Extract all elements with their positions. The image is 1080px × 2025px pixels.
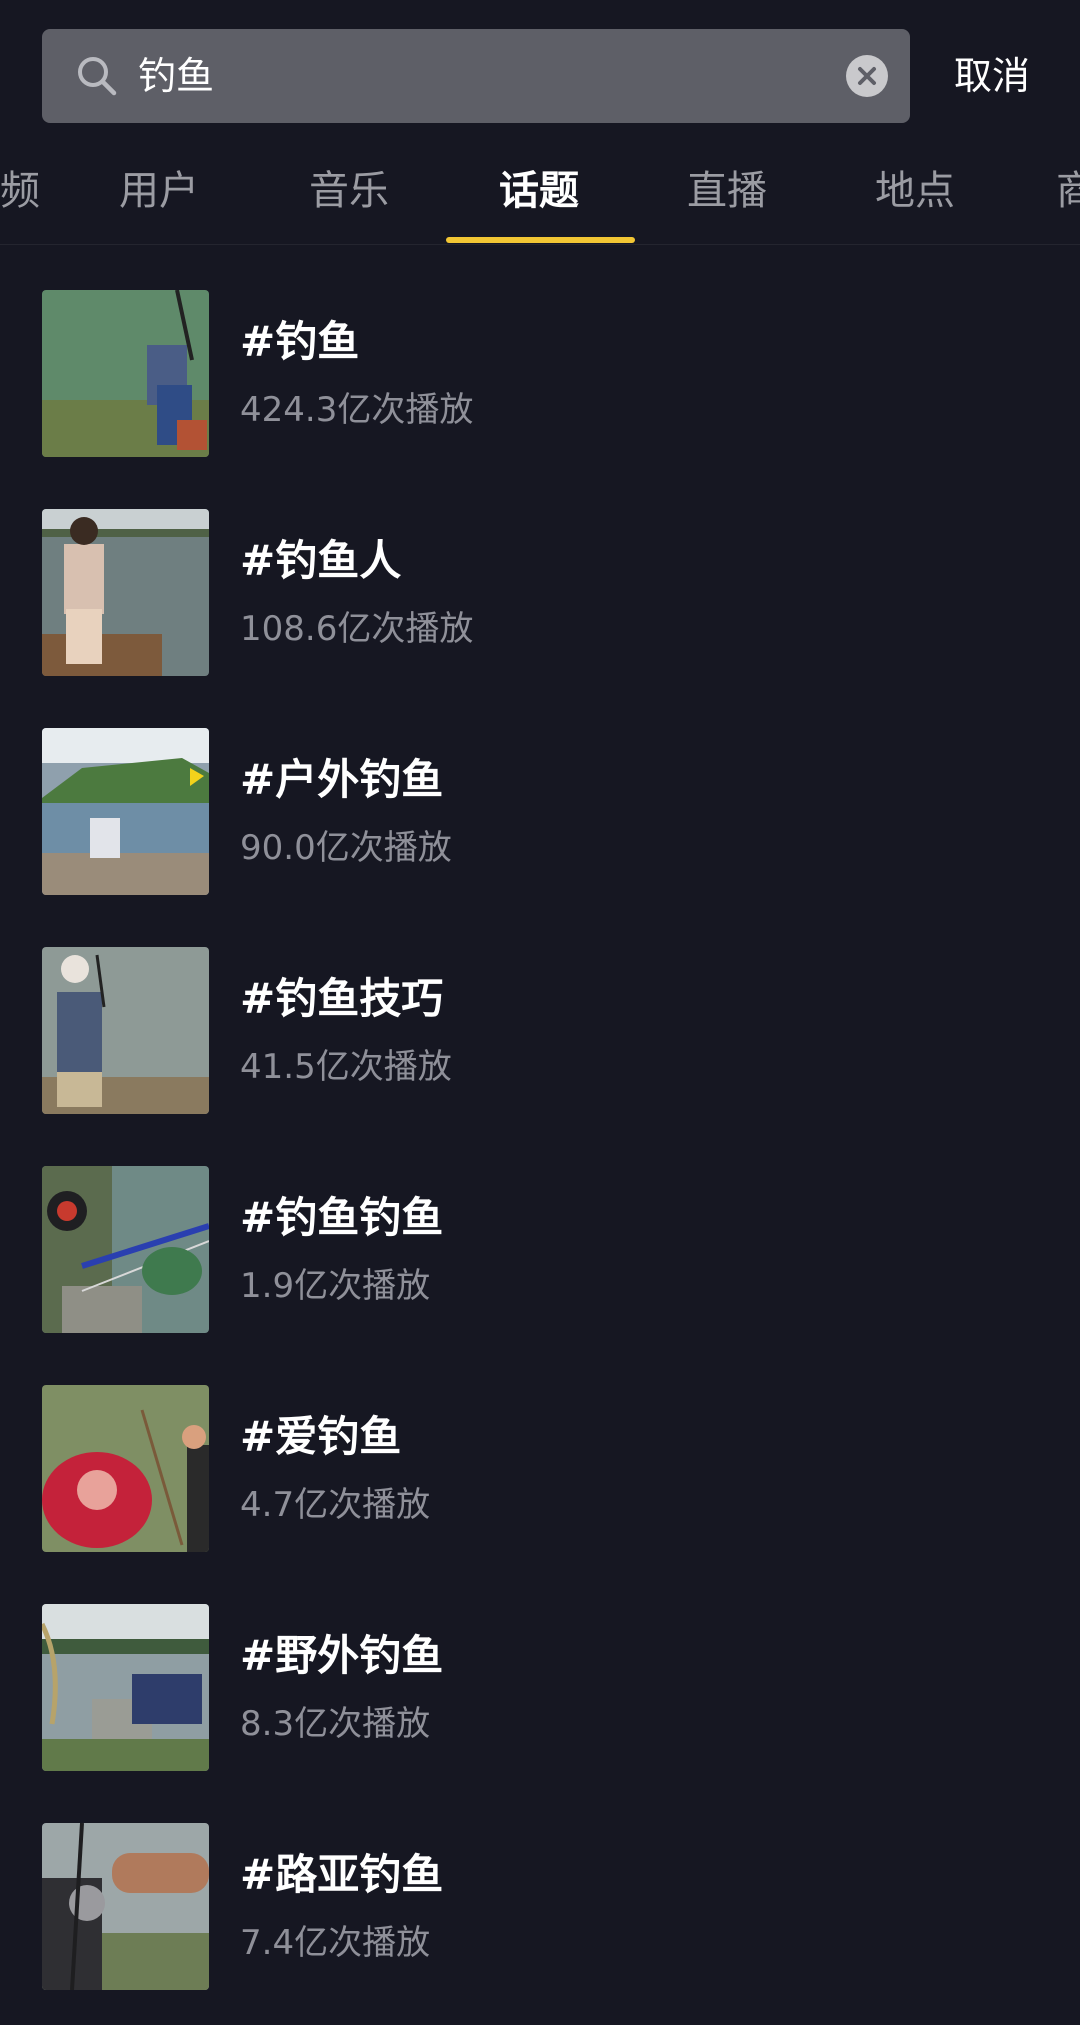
- topic-view-count: 108.6亿次播放: [240, 609, 474, 649]
- topic-thumbnail: [42, 1604, 209, 1771]
- topic-view-count: 8.3亿次播放: [240, 1704, 431, 1744]
- tab-partial-right-label: 商: [1056, 168, 1080, 214]
- topic-thumbnail: [42, 290, 209, 457]
- tab-live[interactable]: 直播: [633, 150, 821, 244]
- topic-view-count: 424.3亿次播放: [240, 390, 474, 430]
- topic-title: #野外钓鱼: [240, 1631, 444, 1680]
- topic-title: #钓鱼钓鱼: [240, 1193, 444, 1242]
- topic-item[interactable]: #钓鱼技巧 41.5亿次播放: [0, 925, 1080, 1144]
- tab-topics[interactable]: 话题: [445, 150, 633, 244]
- topic-view-count: 90.0亿次播放: [240, 828, 452, 868]
- topic-item[interactable]: #野外钓鱼 8.3亿次播放: [0, 1582, 1080, 1801]
- tab-partial-left[interactable]: 频: [0, 150, 40, 244]
- topic-title: #钓鱼: [240, 317, 360, 366]
- topic-thumbnail: [42, 509, 209, 676]
- cancel-button[interactable]: 取消: [954, 29, 1030, 123]
- topic-thumbnail: [42, 1166, 209, 1333]
- topic-view-count: 4.7亿次播放: [240, 1485, 431, 1525]
- topic-view-count: 41.5亿次播放: [240, 1047, 452, 1087]
- tab-partial-left-label: 频: [0, 168, 40, 214]
- topic-title: #爱钓鱼: [240, 1412, 402, 1461]
- topic-title: #路亚钓鱼: [240, 1850, 444, 1899]
- topic-thumbnail: [42, 947, 209, 1114]
- active-tab-indicator: [446, 237, 635, 243]
- topic-thumbnail: [42, 1823, 209, 1990]
- search-input[interactable]: 钓鱼: [138, 29, 214, 123]
- topic-title: #户外钓鱼: [240, 755, 444, 804]
- topic-title: #钓鱼技巧: [240, 974, 444, 1023]
- tab-locations[interactable]: 地点: [821, 150, 1009, 244]
- tab-music[interactable]: 音乐: [255, 150, 443, 244]
- topic-title: #钓鱼人: [240, 536, 402, 585]
- search-bar[interactable]: 钓鱼: [42, 29, 910, 123]
- topic-item[interactable]: #路亚钓鱼 7.4亿次播放: [0, 1801, 1080, 2020]
- topic-item[interactable]: #钓鱼人 108.6亿次播放: [0, 487, 1080, 706]
- tab-users[interactable]: 用户: [65, 150, 253, 244]
- clear-search-icon[interactable]: [846, 55, 888, 97]
- topic-item[interactable]: #钓鱼 424.3亿次播放: [0, 268, 1080, 487]
- tab-bar: 频 用户 音乐 话题 直播 地点 商: [0, 150, 1080, 245]
- tab-partial-right[interactable]: 商: [1040, 150, 1080, 244]
- topic-item[interactable]: #户外钓鱼 90.0亿次播放: [0, 706, 1080, 925]
- search-icon: [72, 51, 122, 101]
- topic-thumbnail: [42, 728, 209, 895]
- topic-view-count: 1.9亿次播放: [240, 1266, 431, 1306]
- topic-item[interactable]: #钓鱼钓鱼 1.9亿次播放: [0, 1144, 1080, 1363]
- topic-view-count: 7.4亿次播放: [240, 1923, 431, 1963]
- topic-thumbnail: [42, 1385, 209, 1552]
- topic-item[interactable]: #爱钓鱼 4.7亿次播放: [0, 1363, 1080, 1582]
